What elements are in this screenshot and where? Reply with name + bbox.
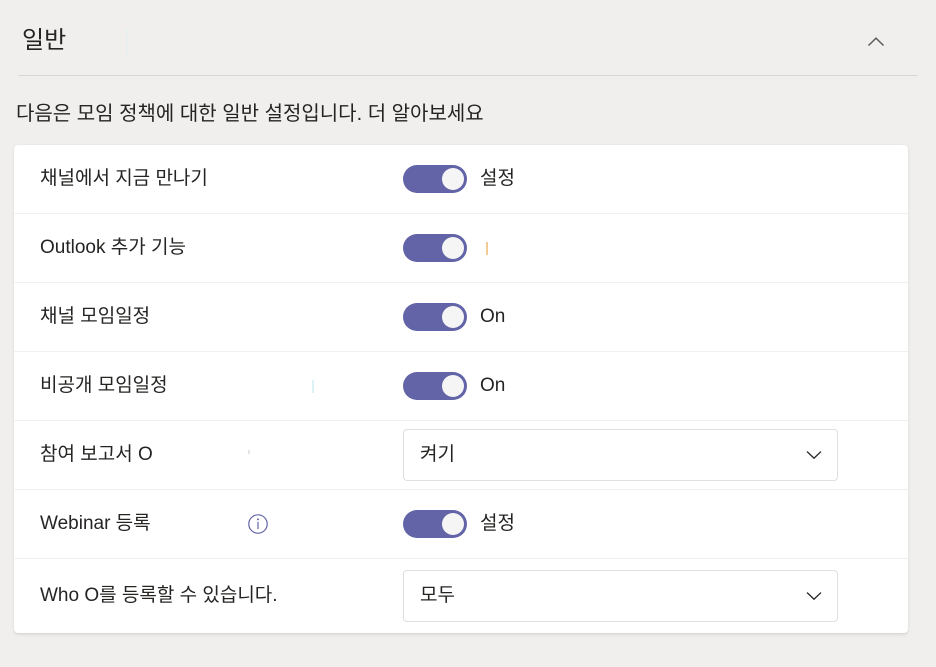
setting-label: 채널에서 지금 만나기 bbox=[40, 168, 208, 189]
meeting-policy-general-settings-page: 일반 다음은 모임 정책에 대한 일반 설정입니다. 더 알아보세요 채널에서 … bbox=[0, 0, 936, 667]
page-title: 일반 bbox=[22, 27, 67, 54]
outlook-add-in-toggle[interactable] bbox=[403, 234, 467, 262]
toggle-state-text: 설정 bbox=[480, 168, 515, 189]
setting-label: 비공개 모임일정 bbox=[40, 375, 168, 396]
setting-row: Webinar 등록 설정 bbox=[14, 490, 908, 559]
render-artifact-mark bbox=[312, 380, 314, 393]
engagement-report-dropdown[interactable]: 켜기 bbox=[403, 429, 838, 481]
webinar-registration-toggle[interactable] bbox=[403, 510, 467, 538]
toggle-knob bbox=[442, 306, 464, 328]
info-icon[interactable] bbox=[245, 511, 271, 537]
setting-row: 비공개 모임일정 On bbox=[14, 352, 908, 421]
collapse-section-button[interactable] bbox=[856, 22, 896, 62]
section-description: 다음은 모임 정책에 대한 일반 설정입니다. 더 알아보세요 bbox=[16, 103, 484, 125]
who-can-register-dropdown[interactable]: 모두 bbox=[403, 570, 838, 622]
private-meeting-scheduling-toggle[interactable] bbox=[403, 372, 467, 400]
toggle-state-text: On bbox=[480, 375, 506, 396]
dropdown-selected-value: 모두 bbox=[420, 585, 455, 606]
toggle-state-text: 설정 bbox=[480, 513, 515, 534]
render-artifact-mark bbox=[486, 242, 488, 255]
chevron-down-icon bbox=[803, 444, 825, 466]
settings-card: 채널에서 지금 만나기 설정 Outlook 추가 기능 채널 모임일정 On bbox=[14, 145, 908, 633]
title-divider bbox=[126, 29, 127, 56]
setting-row: 채널 모임일정 On bbox=[14, 283, 908, 352]
setting-label: 참여 보고서 O bbox=[40, 444, 153, 465]
setting-row: Who O를 등록할 수 있습니다. 모두 bbox=[14, 559, 908, 633]
setting-row: 참여 보고서 O 켜기 bbox=[14, 421, 908, 490]
setting-label: 채널 모임일정 bbox=[40, 306, 151, 327]
setting-label: Who O를 등록할 수 있습니다. bbox=[40, 585, 278, 606]
meet-now-in-channel-toggle[interactable] bbox=[403, 165, 467, 193]
channel-meeting-scheduling-toggle[interactable] bbox=[403, 303, 467, 331]
setting-row: Outlook 추가 기능 bbox=[14, 214, 908, 283]
dropdown-selected-value: 켜기 bbox=[420, 444, 455, 465]
setting-label: Outlook 추가 기능 bbox=[40, 237, 186, 258]
setting-label: Webinar 등록 bbox=[40, 513, 151, 534]
header-divider bbox=[18, 75, 918, 76]
toggle-knob bbox=[442, 237, 464, 259]
toggle-state-text: On bbox=[480, 306, 506, 327]
chevron-up-icon bbox=[867, 37, 885, 47]
render-artifact-mark bbox=[248, 450, 250, 454]
toggle-knob bbox=[442, 375, 464, 397]
toggle-knob bbox=[442, 513, 464, 535]
toggle-knob bbox=[442, 168, 464, 190]
chevron-down-icon bbox=[803, 585, 825, 607]
setting-row: 채널에서 지금 만나기 설정 bbox=[14, 145, 908, 214]
section-header: 일반 bbox=[0, 0, 936, 76]
